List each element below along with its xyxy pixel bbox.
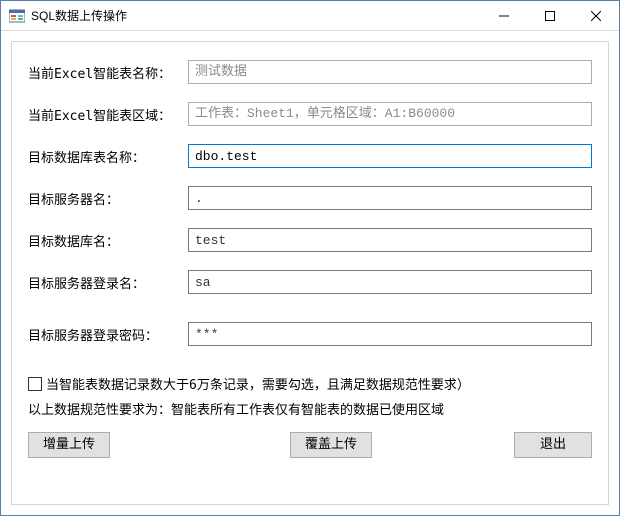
maximize-button[interactable] [527,1,573,30]
overwrite-upload-button[interactable]: 覆盖上传 [290,432,372,458]
minimize-button[interactable] [481,1,527,30]
target-db-input[interactable] [188,228,592,252]
checkbox-label: 当智能表数据记录数大于6万条记录，需要勾选，且满足数据规范性要求） [46,374,470,393]
label-target-password: 目标服务器登录密码： [28,325,188,344]
label-target-login: 目标服务器登录名： [28,273,188,292]
field-excel-name: 测试数据 [188,60,592,84]
app-icon [9,8,25,24]
target-table-input[interactable] [188,144,592,168]
close-button[interactable] [573,1,619,30]
label-excel-name: 当前Excel智能表名称： [28,63,188,82]
exit-button[interactable]: 退出 [514,432,592,458]
note-text: 以上数据规范性要求为：智能表所有工作表仅有智能表的数据已使用区域 [28,399,592,418]
target-login-input[interactable] [188,270,592,294]
append-upload-button[interactable]: 增量上传 [28,432,110,458]
content-area: 当前Excel智能表名称： 测试数据 当前Excel智能表区域： 工作表：She… [1,31,619,515]
window-title: SQL数据上传操作 [31,7,481,24]
label-target-server: 目标服务器名： [28,189,188,208]
field-excel-range: 工作表：Sheet1，单元格区域：A1:B60000 [188,102,592,126]
target-server-input[interactable] [188,186,592,210]
window-controls [481,1,619,30]
label-target-db: 目标数据库名： [28,231,188,250]
window: SQL数据上传操作 当前Excel智能表名称： 测试数据 当前Excel智能表区… [0,0,620,516]
label-target-table: 目标数据库表名称： [28,147,188,166]
label-excel-range: 当前Excel智能表区域： [28,105,188,124]
target-password-input[interactable] [188,322,592,346]
form-frame: 当前Excel智能表名称： 测试数据 当前Excel智能表区域： 工作表：She… [11,41,609,505]
large-data-checkbox[interactable] [28,377,42,391]
titlebar: SQL数据上传操作 [1,1,619,31]
